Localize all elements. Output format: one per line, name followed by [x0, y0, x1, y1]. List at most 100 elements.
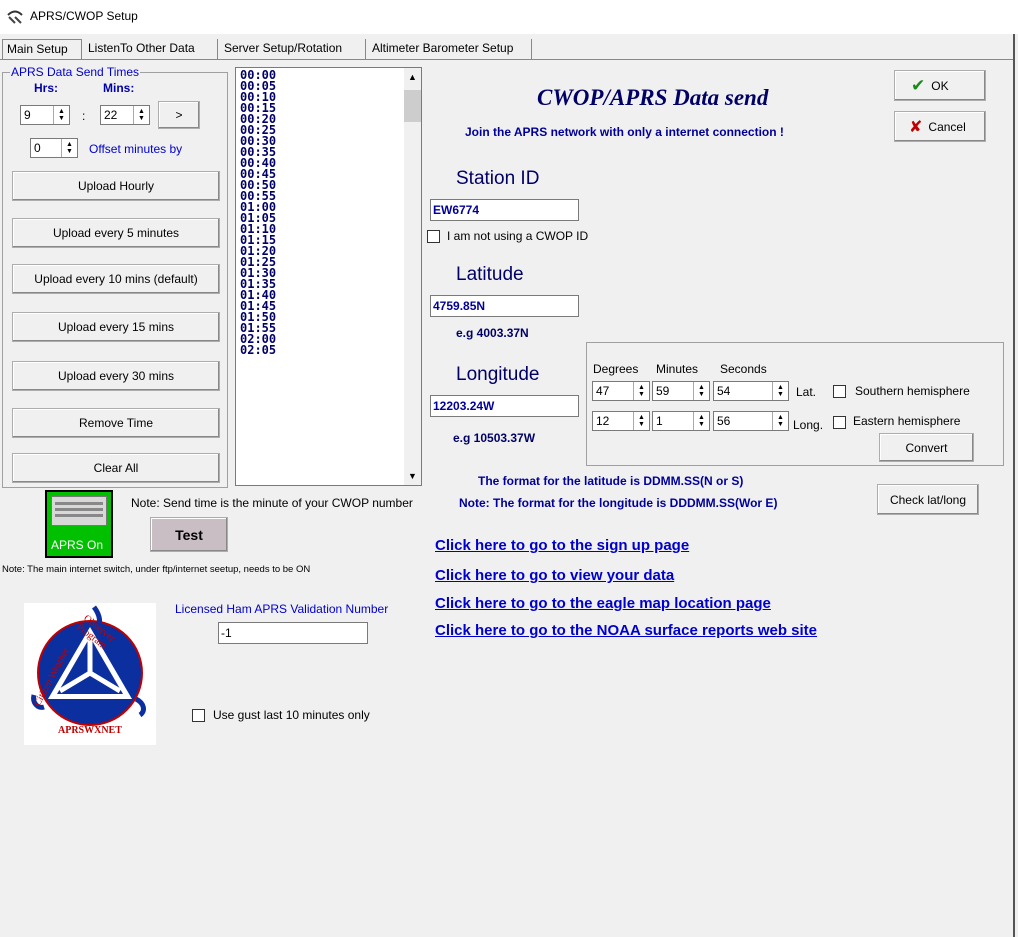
long-seconds-value: 56 — [717, 414, 731, 428]
no-cwop-id-label: I am not using a CWOP ID — [447, 229, 589, 243]
close-icon: ✘ — [909, 118, 923, 136]
app-icon — [7, 10, 23, 24]
no-cwop-id-checkbox[interactable] — [427, 230, 440, 243]
upload-hourly-button[interactable]: Upload Hourly — [12, 171, 220, 201]
offset-spin-arrows-icon[interactable]: ▲ ▼ — [61, 139, 77, 157]
aprs-on-label: APRS On — [51, 538, 104, 552]
cancel-button-label: Cancel — [928, 119, 966, 134]
note-send-time: Note: Send time is the minute of your CW… — [131, 496, 413, 510]
long-degrees-arrows-icon[interactable]: ▲ ▼ — [633, 412, 649, 430]
cancel-button[interactable]: ✘ Cancel — [894, 111, 986, 142]
noaa-reports-link[interactable]: Click here to go to the NOAA surface rep… — [435, 622, 817, 639]
latitude-example: e.g 4003.37N — [456, 326, 529, 340]
send-times-group-label: APRS Data Send Times — [10, 65, 141, 79]
checkmark-icon: ✔ — [911, 75, 926, 95]
add-time-button[interactable]: > — [158, 101, 200, 129]
page-title: CWOP/APRS Data send — [537, 85, 769, 110]
upload-10-minutes-button[interactable]: Upload every 10 mins (default) — [12, 264, 220, 294]
hrs-label: Hrs: — [34, 81, 59, 95]
longitude-format-note: Note: The format for the longitude is DD… — [459, 496, 778, 510]
upload-15-minutes-button[interactable]: Upload every 15 mins — [12, 312, 220, 342]
note-internet: Note: The main internet switch, under ft… — [2, 564, 311, 575]
test-button[interactable]: Test — [150, 517, 228, 552]
lat-degrees-spinner[interactable]: 47 ▲ ▼ — [592, 381, 650, 401]
minutes-label: Minutes — [656, 362, 699, 376]
station-id-field[interactable]: EW6774 — [430, 199, 579, 221]
clear-all-button[interactable]: Clear All — [12, 453, 220, 483]
latitude-field[interactable]: 4759.85N — [430, 295, 579, 317]
offset-value: 0 — [34, 141, 41, 155]
long-minutes-spinner[interactable]: 1 ▲ ▼ — [652, 411, 710, 431]
title-bar: APRS/CWOP Setup — [0, 0, 1018, 34]
long-seconds-arrows-icon[interactable]: ▲ ▼ — [772, 412, 788, 430]
time-list-item[interactable]: 02:05 — [240, 344, 276, 356]
cwop-logo: Observer Program Citizen Weather APRSWXN… — [24, 603, 156, 745]
scroll-up-icon[interactable]: ▲ — [408, 72, 417, 82]
long-minutes-value: 1 — [656, 414, 663, 428]
upload-5-minutes-button[interactable]: Upload every 5 minutes — [12, 218, 220, 248]
tab-altimeter-barometer[interactable]: Altimeter Barometer Setup — [368, 39, 532, 59]
gust-checkbox-label: Use gust last 10 minutes only — [213, 708, 370, 722]
lat-degrees-arrows-icon[interactable]: ▲ ▼ — [633, 382, 649, 400]
ok-button[interactable]: ✔ OK — [894, 70, 986, 101]
lat-seconds-spinner[interactable]: 54 ▲ ▼ — [713, 381, 789, 401]
ok-button-label: OK — [931, 78, 949, 93]
remove-time-button[interactable]: Remove Time — [12, 408, 220, 438]
upload-30-minutes-button[interactable]: Upload every 30 mins — [12, 361, 220, 391]
lat-degrees-value: 47 — [596, 384, 610, 398]
eastern-hemisphere-label: Eastern hemisphere — [853, 414, 961, 428]
aprs-on-toggle[interactable]: APRS On — [45, 490, 113, 558]
lat-minutes-value: 59 — [656, 384, 670, 398]
mins-spin-arrows-icon[interactable]: ▲ ▼ — [133, 106, 149, 124]
offset-spinner[interactable]: 0 ▲ ▼ — [30, 138, 78, 158]
longitude-heading: Longitude — [456, 364, 540, 385]
station-id-heading: Station ID — [456, 168, 540, 189]
southern-hemisphere-checkbox[interactable] — [833, 385, 846, 398]
tab-panel-border — [0, 59, 1013, 60]
scroll-thumb[interactable] — [404, 90, 421, 122]
seconds-label: Seconds — [720, 362, 767, 376]
toggle-switch-icon — [51, 496, 107, 526]
validation-number-field[interactable]: -1 — [218, 622, 368, 644]
long-degrees-value: 12 — [596, 414, 610, 428]
long-suffix: Long. — [793, 418, 824, 432]
hrs-spin-arrows-icon[interactable]: ▲ ▼ — [53, 106, 69, 124]
send-times-list-items: 00:00 00:05 00:10 00:15 00:20 00:25 00:30 00:35… — [240, 69, 276, 356]
lat-minutes-spinner[interactable]: 59 ▲ ▼ — [652, 381, 710, 401]
send-times-list[interactable]: 00:00 00:05 00:10 00:15 00:20 00:25 00:30 00:35… — [235, 67, 422, 486]
convert-button[interactable]: Convert — [879, 433, 974, 462]
lat-seconds-value: 54 — [717, 384, 731, 398]
lat-seconds-arrows-icon[interactable]: ▲ ▼ — [772, 382, 788, 400]
signup-link[interactable]: Click here to go to the sign up page — [435, 537, 689, 554]
hrs-spinner[interactable]: 9 ▲ ▼ — [20, 105, 70, 125]
lat-suffix: Lat. — [796, 385, 817, 399]
gust-checkbox[interactable] — [192, 709, 205, 722]
tab-listen-to-other-data[interactable]: ListenTo Other Data — [84, 39, 218, 59]
longitude-example: e.g 10503.37W — [453, 431, 536, 445]
tab-main-setup[interactable]: Main Setup — [2, 39, 82, 59]
latitude-heading: Latitude — [456, 264, 524, 285]
tab-server-setup[interactable]: Server Setup/Rotation — [220, 39, 366, 59]
long-seconds-spinner[interactable]: 56 ▲ ▼ — [713, 411, 789, 431]
eagle-map-link[interactable]: Click here to go to the eagle map locati… — [435, 595, 771, 612]
logo-bottom-text: APRSWXNET — [58, 725, 122, 736]
southern-hemisphere-label: Southern hemisphere — [855, 384, 970, 398]
time-colon: : — [82, 109, 86, 123]
long-degrees-spinner[interactable]: 12 ▲ ▼ — [592, 411, 650, 431]
long-minutes-arrows-icon[interactable]: ▲ ▼ — [693, 412, 709, 430]
window-right-border — [1013, 34, 1015, 937]
latitude-format-note: The format for the latitude is DDMM.SS(N… — [478, 474, 744, 488]
longitude-field[interactable]: 12203.24W — [430, 395, 579, 417]
mins-spinner[interactable]: 22 ▲ ▼ — [100, 105, 150, 125]
mins-value: 22 — [104, 108, 118, 122]
view-data-link[interactable]: Click here to go to view your data — [435, 567, 674, 584]
hrs-value: 9 — [24, 108, 31, 122]
page-subtitle: Join the APRS network with only a intern… — [465, 125, 784, 139]
mins-label: Mins: — [103, 81, 135, 95]
eastern-hemisphere-checkbox[interactable] — [833, 416, 846, 429]
list-scrollbar[interactable]: ▲ ▼ — [404, 68, 421, 485]
check-lat-long-button[interactable]: Check lat/long — [877, 484, 979, 515]
scroll-down-icon[interactable]: ▼ — [408, 471, 417, 481]
lat-minutes-arrows-icon[interactable]: ▲ ▼ — [693, 382, 709, 400]
window-title: APRS/CWOP Setup — [30, 9, 138, 23]
